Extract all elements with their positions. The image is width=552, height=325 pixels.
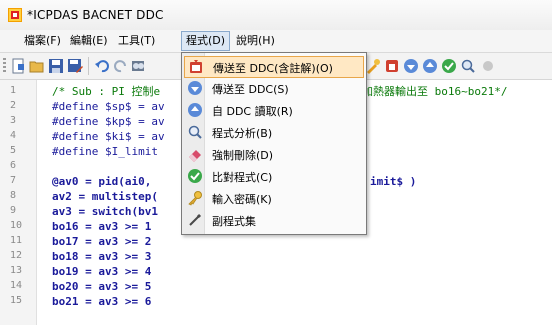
- download-icon[interactable]: [403, 58, 419, 74]
- line-number: 7: [10, 175, 17, 186]
- code-line: @av0 = pid(ai0,: [52, 175, 152, 188]
- line-number-gutter: 1 2 3 4 5 6 7 8 9 10 11 12 13 14 15: [0, 80, 37, 325]
- program-menu-dropdown: 傳送至 DDC(含註解)(O) 傳送至 DDC(S) 自 DDC 讀取(R) 程…: [181, 52, 367, 235]
- code-line-tail: 加熱器輸出至 bo16~bo21*/: [362, 85, 508, 98]
- save-icon[interactable]: [48, 58, 64, 74]
- line-number: 4: [10, 130, 17, 141]
- menu-tools[interactable]: 工具(T): [114, 32, 159, 50]
- menu-file[interactable]: 檔案(F): [20, 32, 65, 50]
- line-number: 6: [10, 160, 17, 171]
- compare-program-icon: [188, 169, 202, 183]
- check-icon[interactable]: [441, 58, 457, 74]
- code-line: bo17 = av3 >= 2: [52, 235, 152, 248]
- line-number: 15: [10, 295, 23, 306]
- code-line: bo20 = av3 >= 5: [52, 280, 152, 293]
- code-line: bo21 = av3 >= 6: [52, 295, 152, 308]
- app-logo-icon: [8, 8, 22, 22]
- save-as-icon[interactable]: [67, 58, 83, 74]
- menu-item-label: 傳送至 DDC(S): [212, 83, 289, 96]
- open-icon[interactable]: [29, 58, 45, 74]
- menu-item-analyze-program[interactable]: 程式分析(B): [184, 122, 362, 142]
- menu-item-force-delete[interactable]: 強制刪除(D): [184, 144, 362, 164]
- read-from-ddc-icon: [188, 103, 202, 117]
- menu-item-label: 副程式集: [212, 215, 256, 228]
- find-icon[interactable]: [130, 58, 146, 74]
- menu-help[interactable]: 說明(H): [232, 32, 279, 50]
- password-key-icon: [188, 191, 202, 206]
- menu-item-label: 比對程式(C): [212, 171, 273, 184]
- code-line: av2 = multistep(: [52, 190, 158, 203]
- upload-icon[interactable]: [422, 58, 438, 74]
- app-window: *ICPDAS BACNET DDC 檔案(F) 編輯(E) 工具(T) 程式(…: [0, 0, 552, 325]
- menu-item-compare-program[interactable]: 比對程式(C): [184, 166, 362, 186]
- code-line: #define $I_limit: [52, 145, 158, 158]
- code-line: bo18 = av3 >= 3: [52, 250, 152, 263]
- line-number: 8: [10, 190, 17, 201]
- menu-item-enter-password[interactable]: 輸入密碼(K): [184, 188, 362, 208]
- line-number: 10: [10, 220, 23, 231]
- menu-item-send-to-ddc[interactable]: 傳送至 DDC(S): [184, 78, 362, 98]
- code-line-tail: imit$ ): [370, 175, 417, 188]
- line-number: 3: [10, 115, 17, 126]
- menu-bar: 檔案(F) 編輯(E) 工具(T) 程式(D) 說明(H): [0, 30, 552, 53]
- search-icon[interactable]: [460, 58, 476, 74]
- menu-item-label: 傳送至 DDC(含註解)(O): [213, 62, 333, 75]
- code-line: av3 = switch(bv1: [52, 205, 158, 218]
- line-number: 5: [10, 145, 17, 156]
- code-line: bo19 = av3 >= 4: [52, 265, 152, 278]
- code-line: /* Sub : PI 控制e: [52, 85, 161, 98]
- menu-item-send-with-comments[interactable]: 傳送至 DDC(含註解)(O): [184, 56, 364, 78]
- menu-item-label: 強制刪除(D): [212, 149, 274, 162]
- undo-icon[interactable]: [94, 58, 110, 74]
- menu-item-read-from-ddc[interactable]: 自 DDC 讀取(R): [184, 100, 362, 120]
- code-line: #define $kp$ = av: [52, 115, 165, 128]
- title-bar: *ICPDAS BACNET DDC: [0, 0, 552, 31]
- send-to-ddc-icon: [188, 81, 202, 95]
- menu-program[interactable]: 程式(D): [181, 31, 231, 51]
- line-number: 9: [10, 205, 17, 216]
- code-line: bo16 = av3 >= 1: [52, 220, 152, 233]
- menu-edit[interactable]: 編輯(E): [66, 32, 112, 50]
- code-line: #define $ki$ = av: [52, 130, 165, 143]
- code-line: #define $sp$ = av: [52, 100, 165, 113]
- new-icon[interactable]: [10, 58, 26, 74]
- line-number: 12: [10, 250, 23, 261]
- toolbar-grip[interactable]: [3, 58, 6, 74]
- menu-item-label: 輸入密碼(K): [212, 193, 272, 206]
- window-title: *ICPDAS BACNET DDC: [27, 8, 164, 22]
- line-number: 11: [10, 235, 23, 246]
- line-number: 14: [10, 280, 23, 291]
- menu-item-label: 程式分析(B): [212, 127, 273, 140]
- line-number: 13: [10, 265, 23, 276]
- force-delete-icon: [189, 150, 201, 162]
- redo-icon[interactable]: [113, 58, 129, 74]
- send-icon[interactable]: [384, 58, 400, 74]
- menu-item-subroutine-set[interactable]: 副程式集: [184, 210, 362, 230]
- analyze-program-icon: [188, 125, 202, 139]
- subroutine-set-icon: [189, 213, 202, 226]
- menu-item-label: 自 DDC 讀取(R): [212, 105, 293, 118]
- more-icon[interactable]: [480, 58, 496, 74]
- line-number: 1: [10, 85, 17, 96]
- line-number: 2: [10, 100, 17, 111]
- toolbar-separator: [88, 57, 89, 75]
- send-with-comments-icon: [190, 60, 202, 73]
- compile-icon[interactable]: [365, 58, 381, 74]
